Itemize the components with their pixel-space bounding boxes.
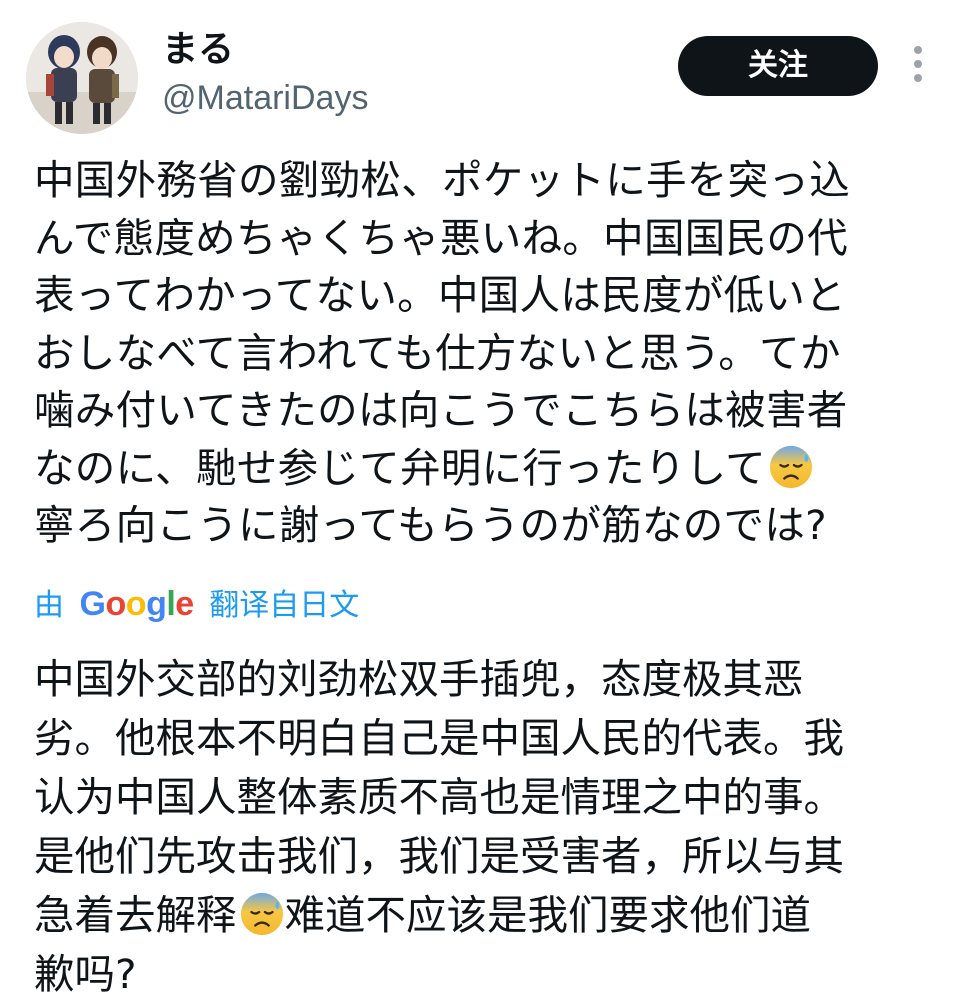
more-dot xyxy=(914,74,922,82)
anxious-face-with-sweat-icon xyxy=(240,892,283,936)
more-dot xyxy=(914,46,922,54)
tweet-line: 中国外務省の劉勁松、ポケットに手を突っ込 xyxy=(34,156,850,204)
tweet-text: 中国外務省の劉勁松、ポケットに手を突っ込 んで態度めちゃくちゃ悪いね。中国国民の… xyxy=(34,152,946,555)
translated-line: 认为中国人整体素质不高也是情理之中的事。 xyxy=(34,773,844,821)
avatar[interactable] xyxy=(26,22,138,134)
follow-button[interactable]: 关注 xyxy=(678,36,878,96)
tweet-line-text: なのに、馳せ参じて弁明に行ったりして xyxy=(34,443,766,492)
anxious-face-with-sweat-icon xyxy=(769,445,813,488)
tweet-line-with-emoji: なのに、馳せ参じて弁明に行ったりして xyxy=(34,440,946,498)
more-vertical-icon[interactable] xyxy=(904,42,932,92)
tweet-header: まる @MatariDays 关注 xyxy=(0,0,970,140)
translated-line-with-emoji: 急着去解释 难道不应该是我们要求他们道 xyxy=(34,886,946,945)
translated-line-text: 急着去解释 xyxy=(34,891,237,939)
translation-source-label: 翻译自日文 xyxy=(209,588,360,623)
tweet-line: 噛み付いてきたのは向こうでこちらは被害者 xyxy=(34,386,848,434)
translated-line: 劣。他根本不明白自己是中国人民的代表。我 xyxy=(34,714,844,762)
translation-attribution[interactable]: 由 Google 翻译自日文 xyxy=(34,580,359,628)
translation-prefix: 由 xyxy=(34,588,64,623)
translated-text: 中国外交部的刘劲松双手插兜，态度极其恶 劣。他根本不明白自己是中国人民的代表。我… xyxy=(34,650,946,1004)
tweet-line: んで態度めちゃくちゃ悪いね。中国国民の代 xyxy=(34,213,848,262)
display-name[interactable]: まる xyxy=(162,28,234,72)
avatar-image xyxy=(26,22,138,134)
translated-line: 中国外交部的刘劲松双手插兜，态度极其恶 xyxy=(34,655,804,703)
user-handle[interactable]: @MatariDays xyxy=(162,78,368,118)
translated-line: 是他们先攻击我们，我们是受害者，所以与其 xyxy=(34,832,844,880)
translated-line-text: 难道不应该是我们要求他们道 xyxy=(284,891,812,939)
tweet-line: おしなべて言われても仕方ないと思う。てか xyxy=(34,328,841,377)
google-logo: Google xyxy=(79,585,195,623)
tweet-line: 寧ろ向こうに謝ってもらうのが筋なのでは? xyxy=(34,501,827,549)
translated-line: 歉吗? xyxy=(34,950,137,998)
tweet-line: 表ってわかってない。中国人は民度が低いと xyxy=(34,271,846,319)
more-dot xyxy=(914,60,922,68)
